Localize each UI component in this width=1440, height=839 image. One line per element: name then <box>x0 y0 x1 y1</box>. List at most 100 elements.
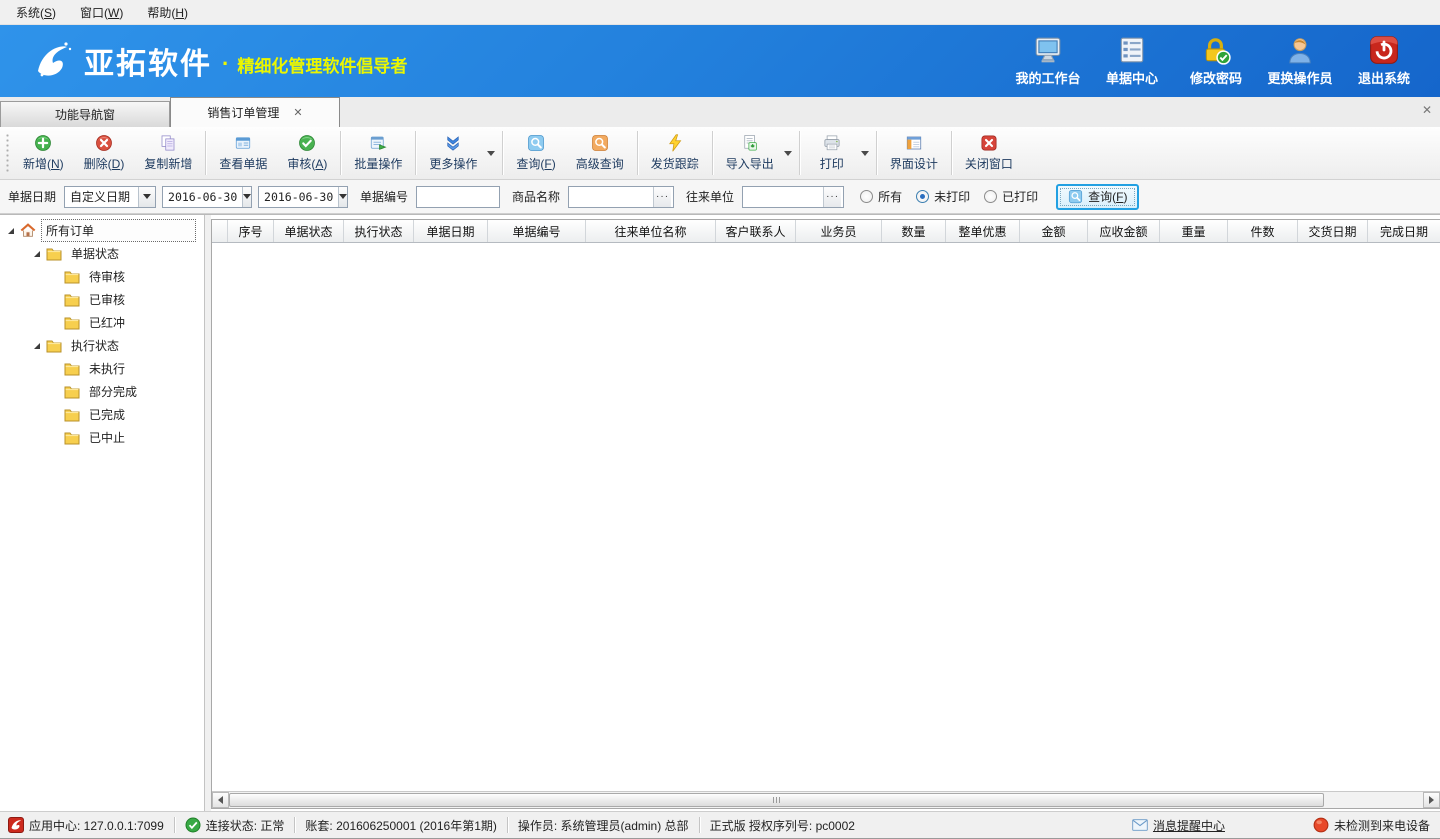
add-button[interactable]: 新增(N) <box>13 129 74 177</box>
tree-group-doc-status[interactable]: 单据状态 <box>2 242 204 265</box>
col-doc-status[interactable]: 单据状态 <box>274 220 344 242</box>
radio-all[interactable]: 所有 <box>860 188 902 205</box>
shipping-track-button[interactable]: 发货跟踪 <box>641 129 709 177</box>
my-workbench-button[interactable]: 我的工作台 <box>1006 31 1090 91</box>
folder-icon <box>64 315 81 331</box>
col-quantity[interactable]: 数量 <box>882 220 946 242</box>
col-order-discount[interactable]: 整单优惠 <box>946 220 1020 242</box>
scrollbar-thumb[interactable] <box>229 793 1324 807</box>
expand-icon[interactable] <box>8 228 14 234</box>
col-partner-name[interactable]: 往来单位名称 <box>586 220 716 242</box>
tree-item-completed[interactable]: 已完成 <box>2 403 204 426</box>
folder-icon <box>64 361 81 377</box>
tree-item-all-orders[interactable]: 所有订单 <box>2 219 204 242</box>
view-document-button[interactable]: 查看单据 <box>209 129 277 177</box>
product-lookup-ellipsis-button[interactable]: ··· <box>653 187 671 207</box>
close-window-button[interactable]: 关闭窗口 <box>955 129 1023 177</box>
tree-group-exec-status[interactable]: 执行状态 <box>2 334 204 357</box>
tree-item-not-executed[interactable]: 未执行 <box>2 357 204 380</box>
operator-status: 操作员: 系统管理员(admin) 总部 <box>518 817 689 834</box>
chevron-down-icon[interactable] <box>242 187 251 207</box>
more-actions-button[interactable]: 更多操作 <box>419 129 487 177</box>
copy-new-button[interactable]: 复制新增 <box>134 129 202 177</box>
folder-icon <box>46 246 63 262</box>
print-dropdown-arrow[interactable] <box>861 151 869 156</box>
filter-bar: 单据日期 自定义日期 2016-06-30 2016-06-30 单据编号 商品… <box>0 180 1440 214</box>
toolbar-grip-handle[interactable] <box>4 132 9 174</box>
radio-unprinted[interactable]: 未打印 <box>916 188 970 205</box>
date-mode-combobox[interactable]: 自定义日期 <box>64 186 156 208</box>
delete-button[interactable]: 删除(D) <box>74 129 135 177</box>
chevron-down-icon[interactable] <box>338 187 347 207</box>
folder-icon <box>64 269 81 285</box>
document-center-button[interactable]: 单据中心 <box>1090 31 1174 91</box>
message-center-link[interactable]: 消息提醒中心 <box>1132 817 1225 834</box>
status-separator <box>507 817 508 833</box>
more-actions-dropdown-arrow[interactable] <box>487 151 495 156</box>
scrollbar-track[interactable] <box>1324 792 1423 808</box>
tabstrip-close-icon[interactable]: ✕ <box>1422 103 1432 117</box>
print-button[interactable]: 打印 <box>803 129 861 177</box>
phone-device-status: 未检测到来电设备 <box>1313 817 1430 834</box>
query-button[interactable]: 查询(F) <box>506 129 565 177</box>
menu-help[interactable]: 帮助(H) <box>135 1 200 24</box>
col-amount[interactable]: 金额 <box>1020 220 1088 242</box>
col-finish-date[interactable]: 完成日期 <box>1368 220 1440 242</box>
tab-sales-order-management[interactable]: 销售订单管理 ✕ <box>170 97 340 127</box>
toolbar: 新增(N) 删除(D) 复制新增 <box>0 127 1440 180</box>
radio-printed[interactable]: 已打印 <box>984 188 1038 205</box>
expand-icon[interactable] <box>34 251 40 257</box>
grid-body-empty[interactable] <box>212 243 1440 791</box>
switch-operator-button[interactable]: 更换操作员 <box>1258 31 1342 91</box>
col-salesman[interactable]: 业务员 <box>796 220 882 242</box>
product-name-input[interactable] <box>569 188 653 206</box>
filter-search-button[interactable]: 查询(F) <box>1056 184 1139 210</box>
grid-header-row: 序号 单据状态 执行状态 单据日期 单据编号 往来单位名称 客户联系人 业务员 … <box>212 220 1440 243</box>
col-doc-date[interactable]: 单据日期 <box>414 220 488 242</box>
batch-operation-button[interactable]: 批量操作 <box>344 129 412 177</box>
orders-grid: 序号 单据状态 执行状态 单据日期 单据编号 往来单位名称 客户联系人 业务员 … <box>211 219 1440 809</box>
date-from-combobox[interactable]: 2016-06-30 <box>162 186 252 208</box>
tree-item-pending-audit[interactable]: 待审核 <box>2 265 204 288</box>
scroll-right-arrow-icon[interactable] <box>1423 792 1440 808</box>
tree-item-partially-done[interactable]: 部分完成 <box>2 380 204 403</box>
expand-icon[interactable] <box>34 343 40 349</box>
col-delivery-date[interactable]: 交货日期 <box>1298 220 1368 242</box>
import-export-button[interactable]: 导入导出 <box>716 129 784 177</box>
tab-function-navigator[interactable]: 功能导航窗 <box>0 101 170 127</box>
col-customer-contact[interactable]: 客户联系人 <box>716 220 796 242</box>
menu-window[interactable]: 窗口(W) <box>68 1 135 24</box>
account-set-status: 账套: 201606250001 (2016年第1期) <box>305 817 496 834</box>
exit-system-button[interactable]: 退出系统 <box>1342 31 1426 91</box>
col-exec-status[interactable]: 执行状态 <box>344 220 414 242</box>
col-doc-no[interactable]: 单据编号 <box>488 220 586 242</box>
change-password-button[interactable]: 修改密码 <box>1174 31 1258 91</box>
envelope-icon <box>1132 817 1148 833</box>
chevron-down-icon[interactable] <box>138 187 155 207</box>
brand-tagline: 精细化管理软件倡导者 <box>237 52 407 77</box>
tree-item-terminated[interactable]: 已中止 <box>2 426 204 449</box>
col-weight[interactable]: 重量 <box>1160 220 1228 242</box>
tree-item-reversed[interactable]: 已红冲 <box>2 311 204 334</box>
col-seq[interactable]: 序号 <box>228 220 274 242</box>
close-window-icon <box>977 134 1001 152</box>
import-export-dropdown-arrow[interactable] <box>784 151 792 156</box>
ui-design-button[interactable]: 界面设计 <box>880 129 948 177</box>
order-tree-panel: 所有订单 单据状态 待审核 已审核 <box>0 215 205 811</box>
delete-icon <box>92 134 116 152</box>
menu-system[interactable]: 系统(S) <box>4 1 68 24</box>
audit-button[interactable]: 审核(A) <box>277 129 337 177</box>
horizontal-scrollbar[interactable] <box>212 791 1440 808</box>
order-no-input[interactable] <box>416 186 500 208</box>
scroll-left-arrow-icon[interactable] <box>212 792 229 808</box>
advanced-query-button[interactable]: 高级查询 <box>566 129 634 177</box>
partner-input[interactable] <box>743 188 823 206</box>
tree-item-audited[interactable]: 已审核 <box>2 288 204 311</box>
tab-close-icon[interactable]: ✕ <box>293 106 302 119</box>
radio-circle-icon <box>984 190 997 203</box>
date-to-combobox[interactable]: 2016-06-30 <box>258 186 348 208</box>
col-receivable-amount[interactable]: 应收金额 <box>1088 220 1160 242</box>
application-window: 系统(S) 窗口(W) 帮助(H) 亚拓软件 · 精细化管理软件倡导者 <box>0 0 1440 839</box>
partner-lookup-ellipsis-button[interactable]: ··· <box>823 187 841 207</box>
col-pieces[interactable]: 件数 <box>1228 220 1298 242</box>
